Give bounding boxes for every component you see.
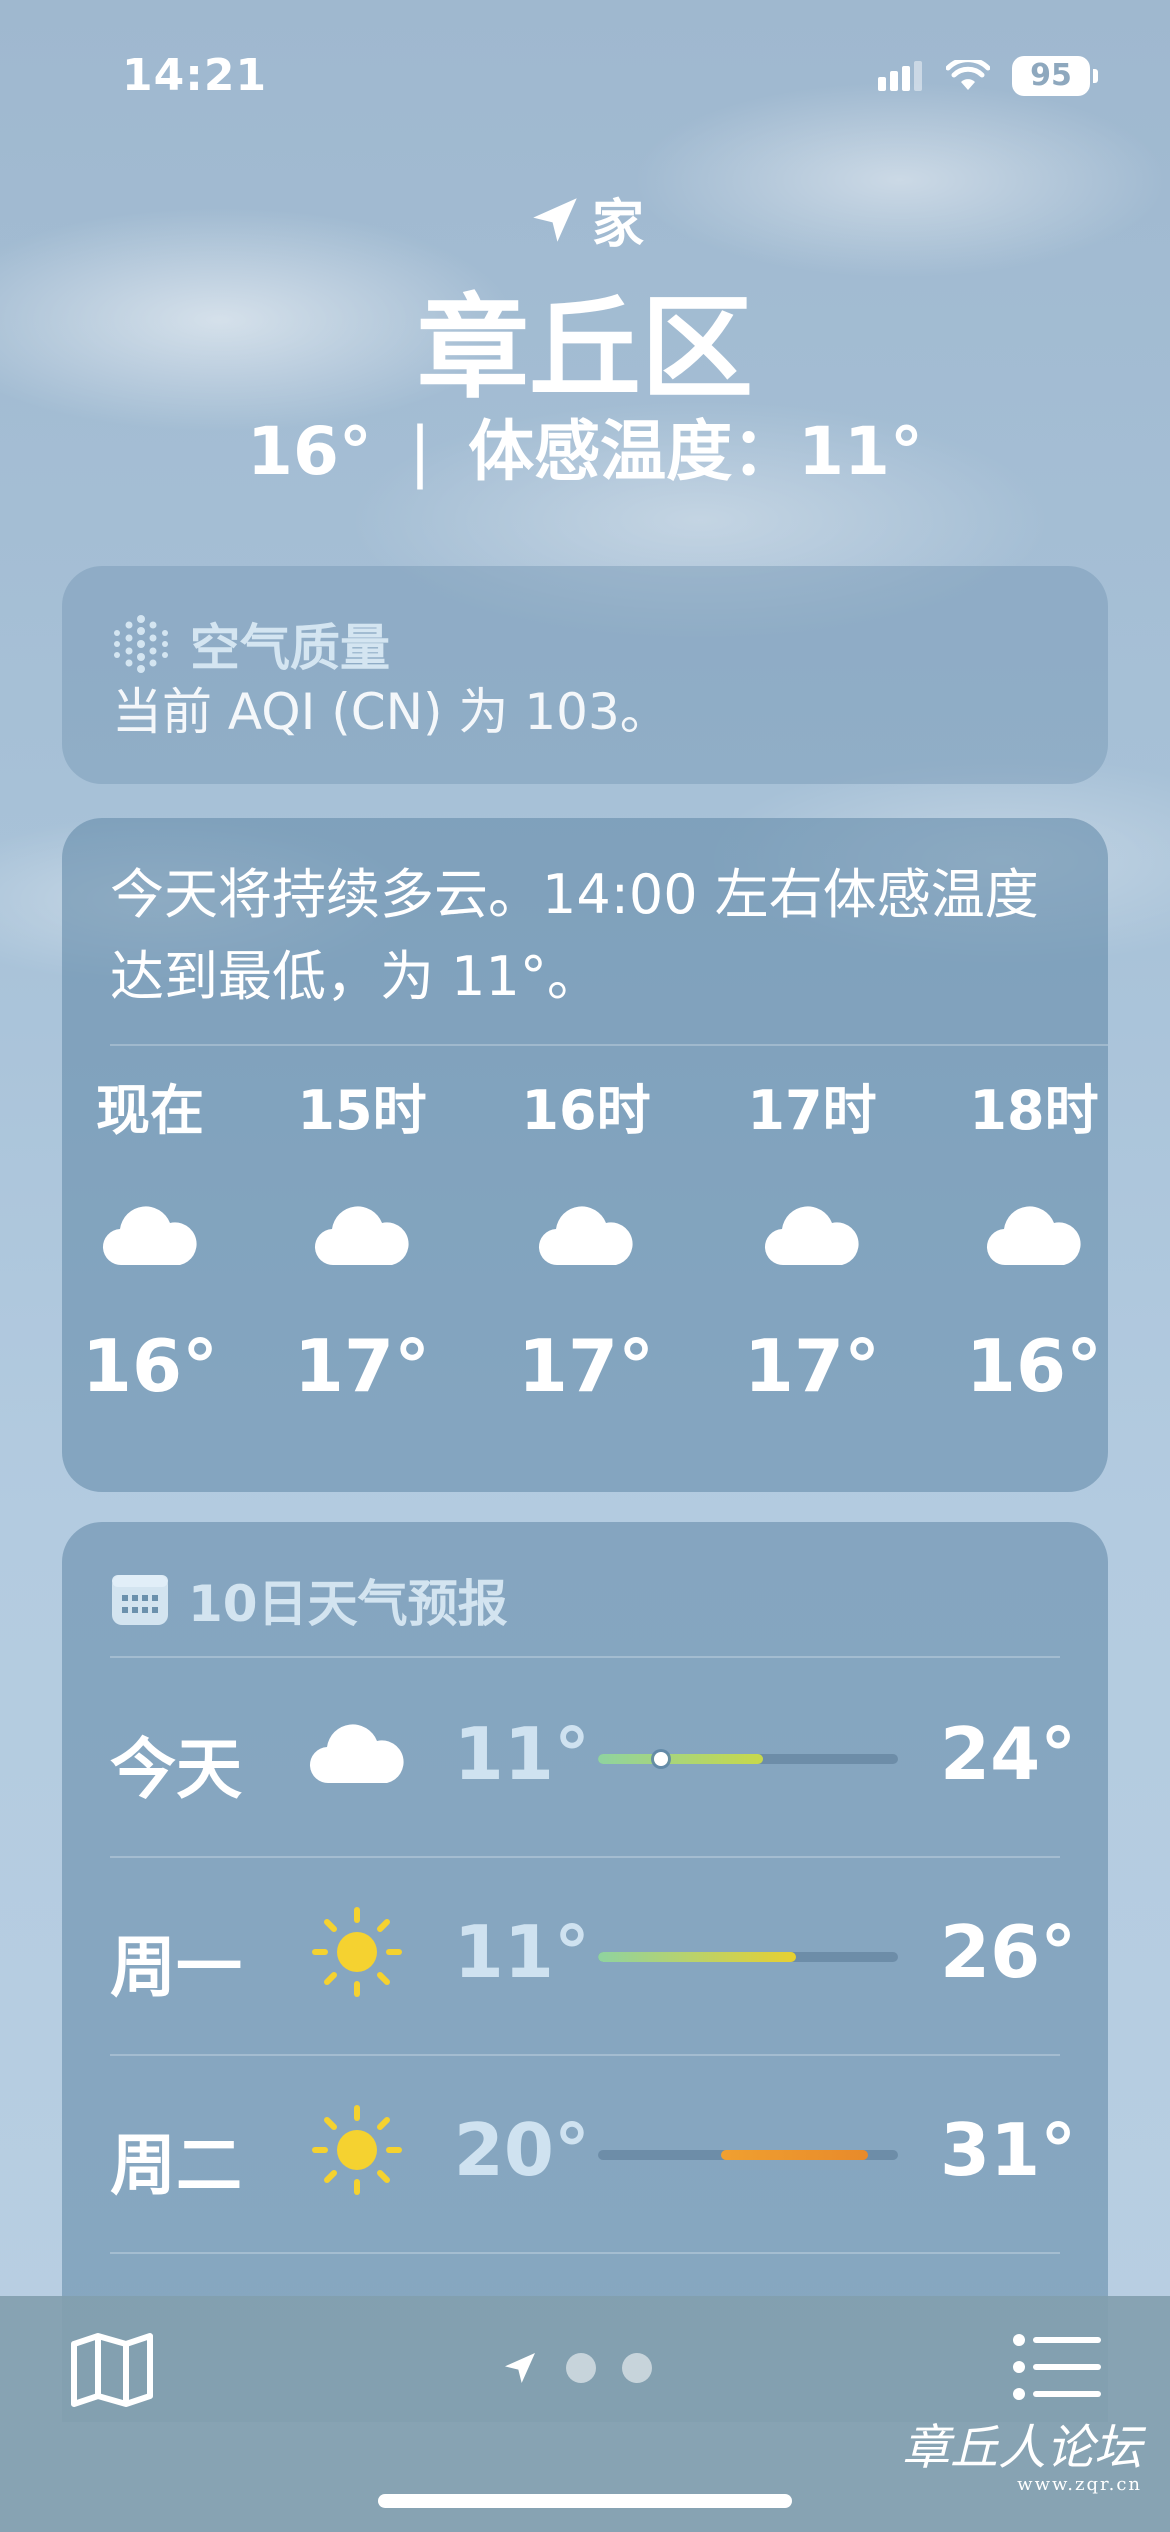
- day-high: 24°: [940, 1712, 1077, 1796]
- day-row[interactable]: 周二 20° 31°: [110, 2054, 1076, 2252]
- day-high: 31°: [940, 2108, 1077, 2192]
- location-arrow-icon: [533, 197, 577, 242]
- current-temperature: 16°: [247, 413, 372, 490]
- hour-temp: 17°: [293, 1324, 431, 1408]
- location-arrow-icon: [505, 2353, 535, 2383]
- sun-icon: [312, 1907, 402, 1997]
- day-row[interactable]: 周一 11° 26°: [110, 1856, 1076, 2054]
- air-quality-text: 当前 AQI (CN) 为 103。: [112, 683, 670, 741]
- hourly-divider: [110, 1044, 1108, 1046]
- temperature-range-bar: [598, 2150, 898, 2160]
- day-low: 11°: [453, 1712, 590, 1796]
- cloud-icon: [986, 1206, 1081, 1266]
- watermark-text: 章丘人论坛: [901, 2420, 1142, 2476]
- hour-item: 17时 17°: [712, 1076, 912, 1408]
- hourly-forecast-card[interactable]: 今天将持续多云。14:00 左右体感温度达到最低，为 11°。 现在 16° 1…: [62, 818, 1108, 1492]
- hour-item: 16时 17°: [486, 1076, 686, 1408]
- hour-item: 18时 16°: [934, 1076, 1108, 1408]
- temperature-range-fill: [598, 1754, 763, 1764]
- hour-temp: 17°: [517, 1324, 655, 1408]
- temperature-range-fill: [598, 1952, 796, 1962]
- cloud-icon: [764, 1206, 859, 1266]
- list-icon[interactable]: [1012, 2332, 1102, 2402]
- day-name: 周二: [110, 2127, 242, 2204]
- ten-day-header: 10日天气预报: [110, 1564, 508, 1636]
- sun-icon: [312, 2105, 402, 2195]
- daily-divider: [110, 2252, 1060, 2254]
- page-indicator[interactable]: [500, 2348, 652, 2388]
- wifi-icon: [946, 60, 990, 90]
- day-row[interactable]: 今天 11° 24°: [110, 1658, 1076, 1856]
- hour-label: 18时: [969, 1079, 1099, 1142]
- day-high: 26°: [940, 1910, 1077, 1994]
- hour-item: 15时 17°: [262, 1076, 462, 1408]
- air-quality-card[interactable]: 空气质量 当前 AQI (CN) 为 103。: [62, 566, 1108, 784]
- day-name: 今天: [110, 1731, 242, 1808]
- hour-temp: 17°: [743, 1324, 881, 1408]
- cloud-icon: [309, 1724, 404, 1784]
- watermark: 章丘人论坛 www.zqr.cn: [902, 2408, 1142, 2495]
- temperature-range-fill: [721, 2150, 868, 2160]
- feels-like: 体感温度：11°: [468, 413, 923, 490]
- signal-icon: [878, 61, 922, 91]
- hour-label: 15时: [297, 1079, 427, 1142]
- page-dot: [622, 2353, 652, 2383]
- map-icon[interactable]: [70, 2332, 154, 2408]
- air-quality-header: 空气质量: [110, 608, 390, 680]
- watermark-url: www.zqr.cn: [1017, 2474, 1142, 2495]
- status-time: 14:21: [122, 50, 268, 101]
- air-quality-icon: [114, 615, 168, 673]
- day-low: 20°: [453, 2108, 590, 2192]
- hour-label: 17时: [747, 1079, 877, 1142]
- hour-item: 现在 16°: [62, 1076, 250, 1408]
- temperature-range-bar: [598, 1952, 898, 1962]
- current-temperature-line: 16° | 体感温度：11°: [0, 398, 1170, 494]
- air-quality-title: 空气质量: [190, 619, 390, 677]
- hourly-list[interactable]: 现在 16° 15时 17° 16时 17° 17时 17° 18时 16°: [62, 1076, 1108, 1476]
- ten-day-title: 10日天气预报: [188, 1575, 508, 1633]
- location-label-row: 家: [0, 182, 1170, 257]
- hour-label: 现在: [96, 1079, 204, 1142]
- hourly-summary: 今天将持续多云。14:00 左右体感温度达到最低，为 11°。: [110, 863, 1039, 1008]
- page-dot: [566, 2353, 596, 2383]
- home-indicator: [378, 2494, 792, 2508]
- current-temperature-dot: [653, 1752, 668, 1766]
- location-label: 家: [591, 195, 644, 255]
- status-icons: 95: [878, 56, 1098, 96]
- battery-icon: 95: [1012, 56, 1098, 96]
- cloud-icon: [314, 1206, 409, 1266]
- cloud-icon: [538, 1206, 633, 1266]
- hour-temp: 16°: [965, 1324, 1103, 1408]
- temperature-range-bar: [598, 1752, 898, 1766]
- hour-label: 16时: [521, 1079, 651, 1142]
- city-name: 章丘区: [417, 284, 753, 414]
- calendar-icon: [112, 1575, 168, 1625]
- day-name: 周一: [110, 1929, 242, 2006]
- cloud-icon: [102, 1206, 197, 1266]
- day-low: 11°: [453, 1910, 590, 1994]
- temp-separator: |: [408, 413, 432, 490]
- hour-temp: 16°: [81, 1324, 219, 1408]
- ten-day-forecast-card[interactable]: 10日天气预报 今天 11° 24° 周一 11° 26° 周二 20° 31°: [62, 1522, 1108, 2422]
